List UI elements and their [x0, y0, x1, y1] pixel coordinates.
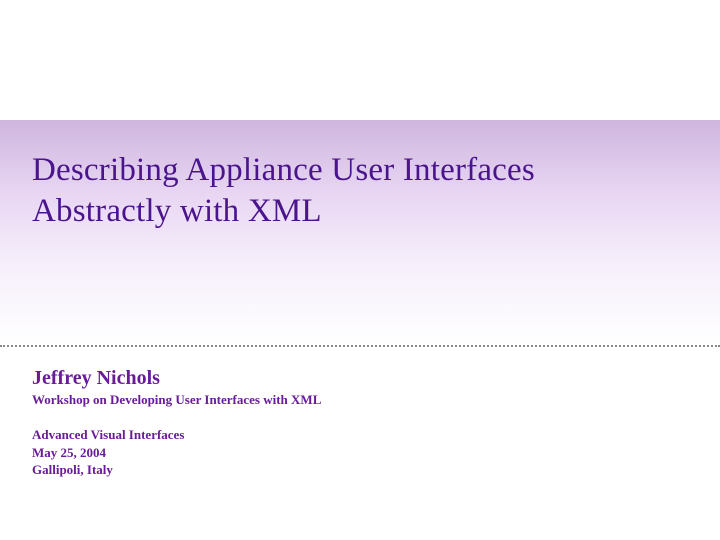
venue-name: Advanced Visual Interfaces — [32, 426, 321, 444]
presentation-slide: Describing Appliance User Interfaces Abs… — [0, 0, 720, 540]
author-name: Jeffrey Nichols — [32, 367, 321, 390]
venue-location: Gallipoli, Italy — [32, 461, 321, 479]
venue-info: Advanced Visual Interfaces May 25, 2004 … — [32, 426, 321, 479]
venue-date: May 25, 2004 — [32, 444, 321, 462]
workshop-name: Workshop on Developing User Interfaces w… — [32, 392, 321, 408]
dotted-divider — [0, 345, 720, 347]
author-block: Jeffrey Nichols Workshop on Developing U… — [32, 367, 321, 479]
slide-title: Describing Appliance User Interfaces Abs… — [32, 150, 680, 233]
